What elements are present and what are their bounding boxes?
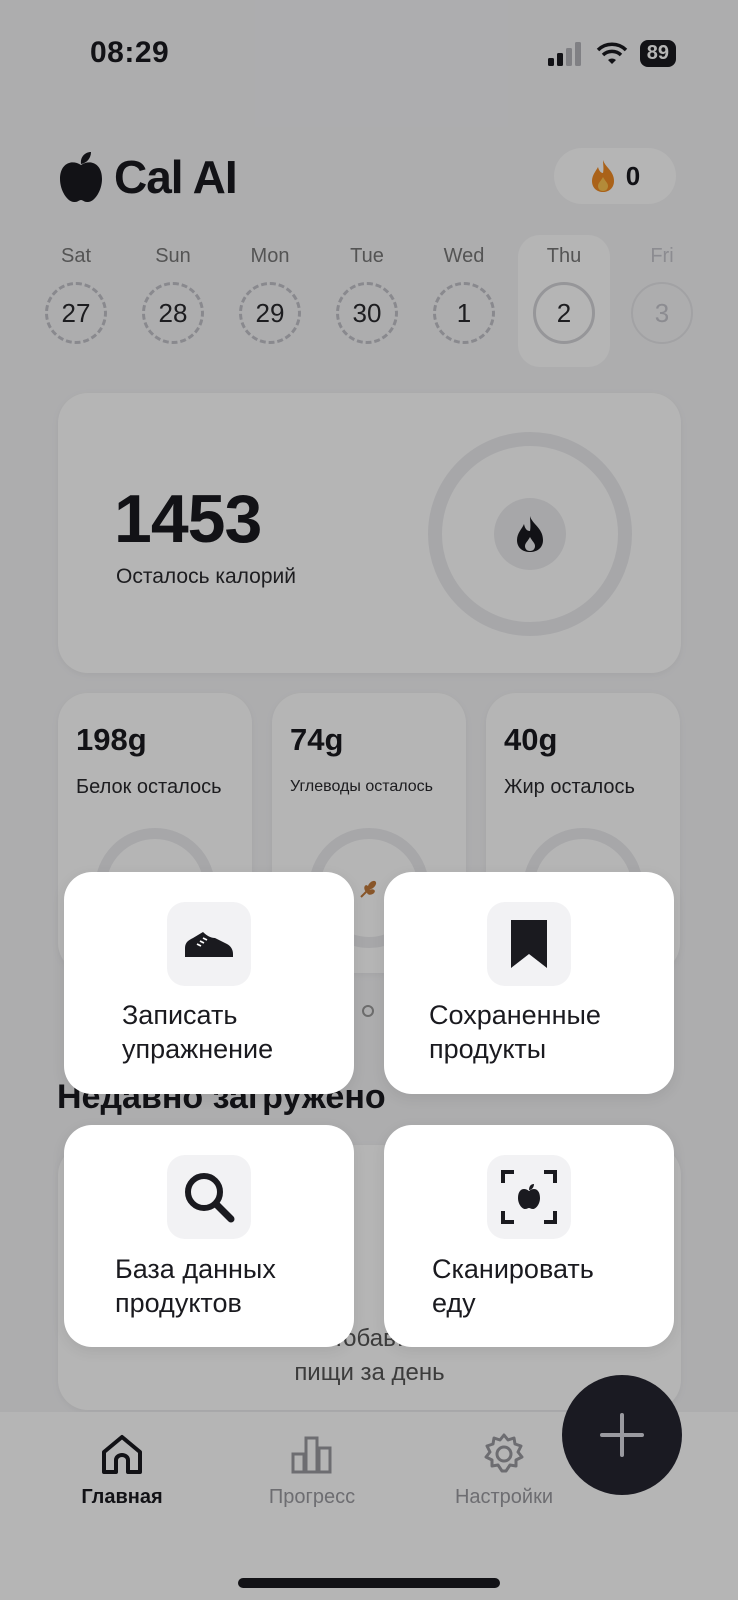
food-database-button[interactable]: База данных продуктов bbox=[64, 1125, 354, 1347]
bookmark-icon bbox=[487, 902, 571, 986]
action-label: База данных продуктов bbox=[115, 1254, 276, 1318]
action-label: Сканировать еду bbox=[432, 1254, 594, 1318]
log-exercise-button[interactable]: Записать упражнение bbox=[64, 872, 354, 1094]
sneaker-icon bbox=[167, 902, 251, 986]
action-label: Сохраненные продукты bbox=[429, 1000, 601, 1064]
search-icon bbox=[167, 1155, 251, 1239]
scan-food-icon bbox=[487, 1155, 571, 1239]
action-label: Записать упражнение bbox=[122, 1000, 274, 1064]
scan-food-button[interactable]: Сканировать еду bbox=[384, 1125, 674, 1347]
saved-foods-button[interactable]: Сохраненные продукты bbox=[384, 872, 674, 1094]
plus-icon bbox=[600, 1413, 644, 1457]
menu-backdrop[interactable] bbox=[0, 0, 738, 1600]
add-button[interactable] bbox=[562, 1375, 682, 1495]
